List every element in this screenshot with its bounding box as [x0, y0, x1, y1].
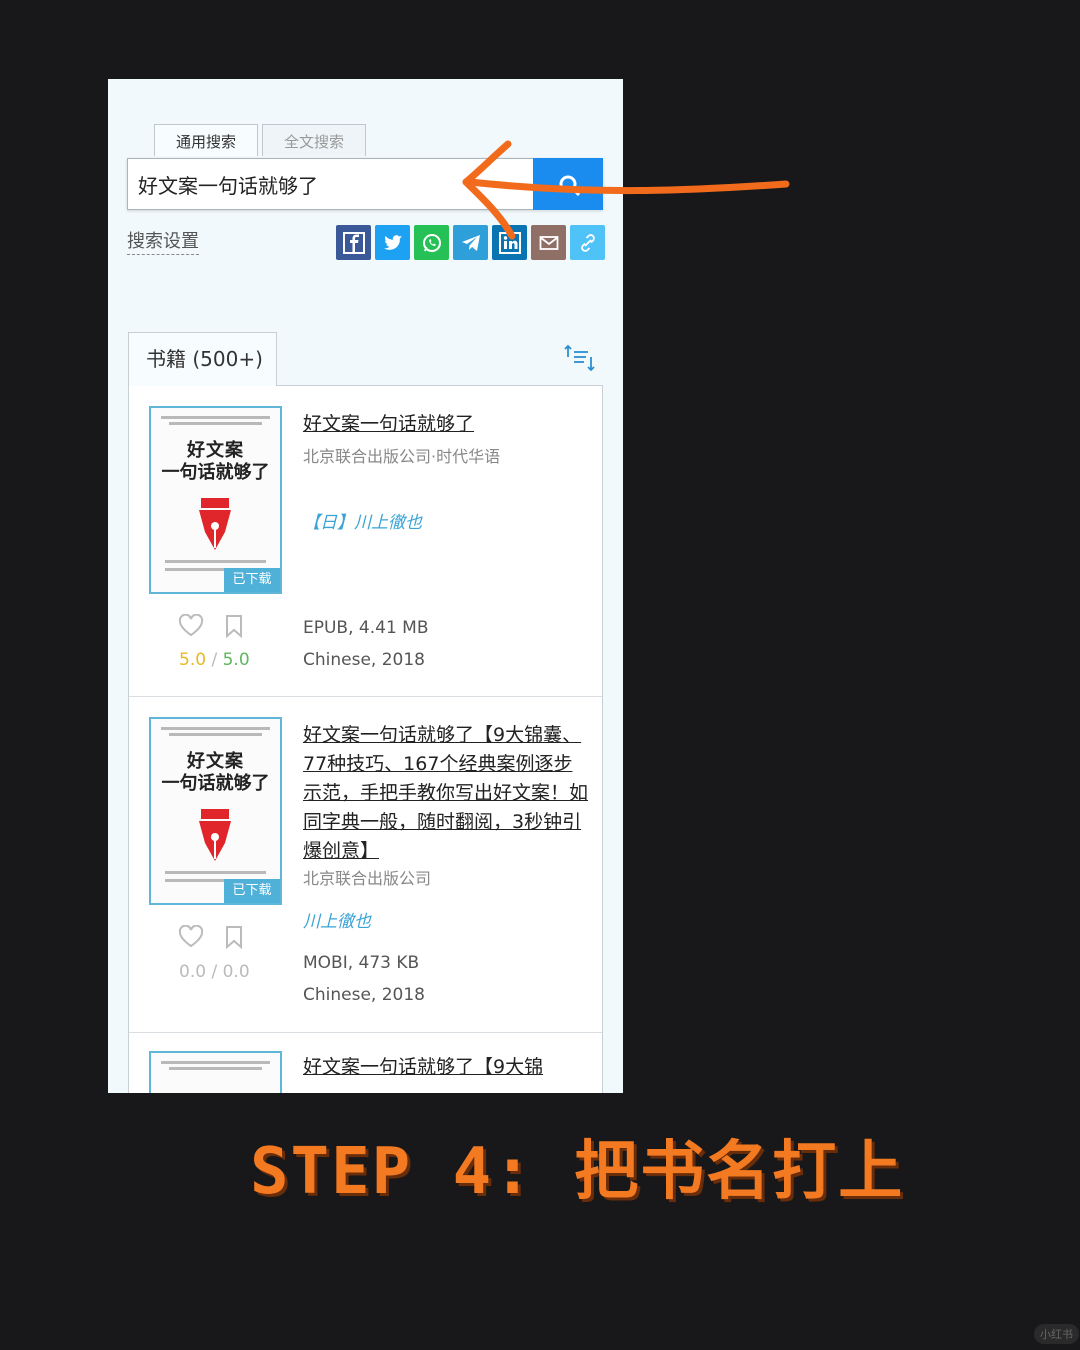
tab-books[interactable]: 书籍 (500+)	[128, 332, 277, 386]
step-caption: STEP 4: 把书名打上	[250, 1135, 905, 1209]
watermark: 小红书	[1034, 1324, 1079, 1344]
